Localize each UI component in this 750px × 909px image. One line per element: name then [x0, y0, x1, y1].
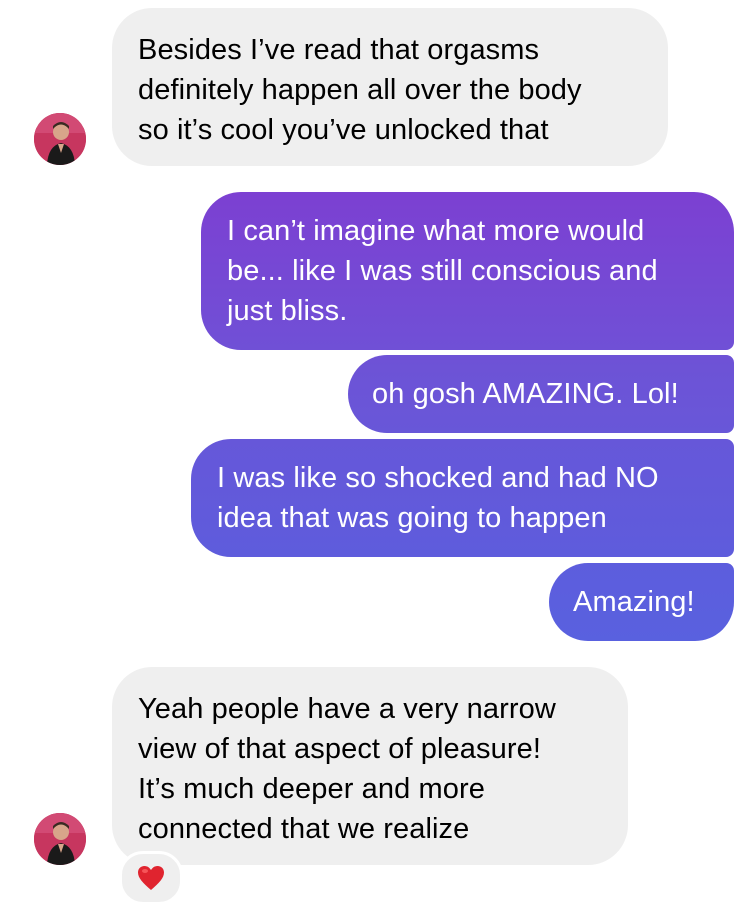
user-avatar-icon[interactable]: [34, 113, 86, 165]
outgoing-message[interactable]: oh gosh AMAZING. Lol!: [348, 355, 734, 433]
user-avatar-icon[interactable]: [34, 813, 86, 865]
outgoing-message[interactable]: Amazing!: [549, 563, 734, 641]
incoming-message[interactable]: Besides I’ve read that orgasms definitel…: [112, 8, 668, 166]
outgoing-message[interactable]: I was like so shocked and had NO idea th…: [191, 439, 734, 557]
reaction-badge[interactable]: [119, 851, 183, 905]
incoming-message[interactable]: Yeah people have a very narrow view of t…: [112, 667, 628, 865]
outgoing-message[interactable]: I can’t imagine what more would be... li…: [201, 192, 734, 350]
heart-icon: [138, 866, 164, 890]
